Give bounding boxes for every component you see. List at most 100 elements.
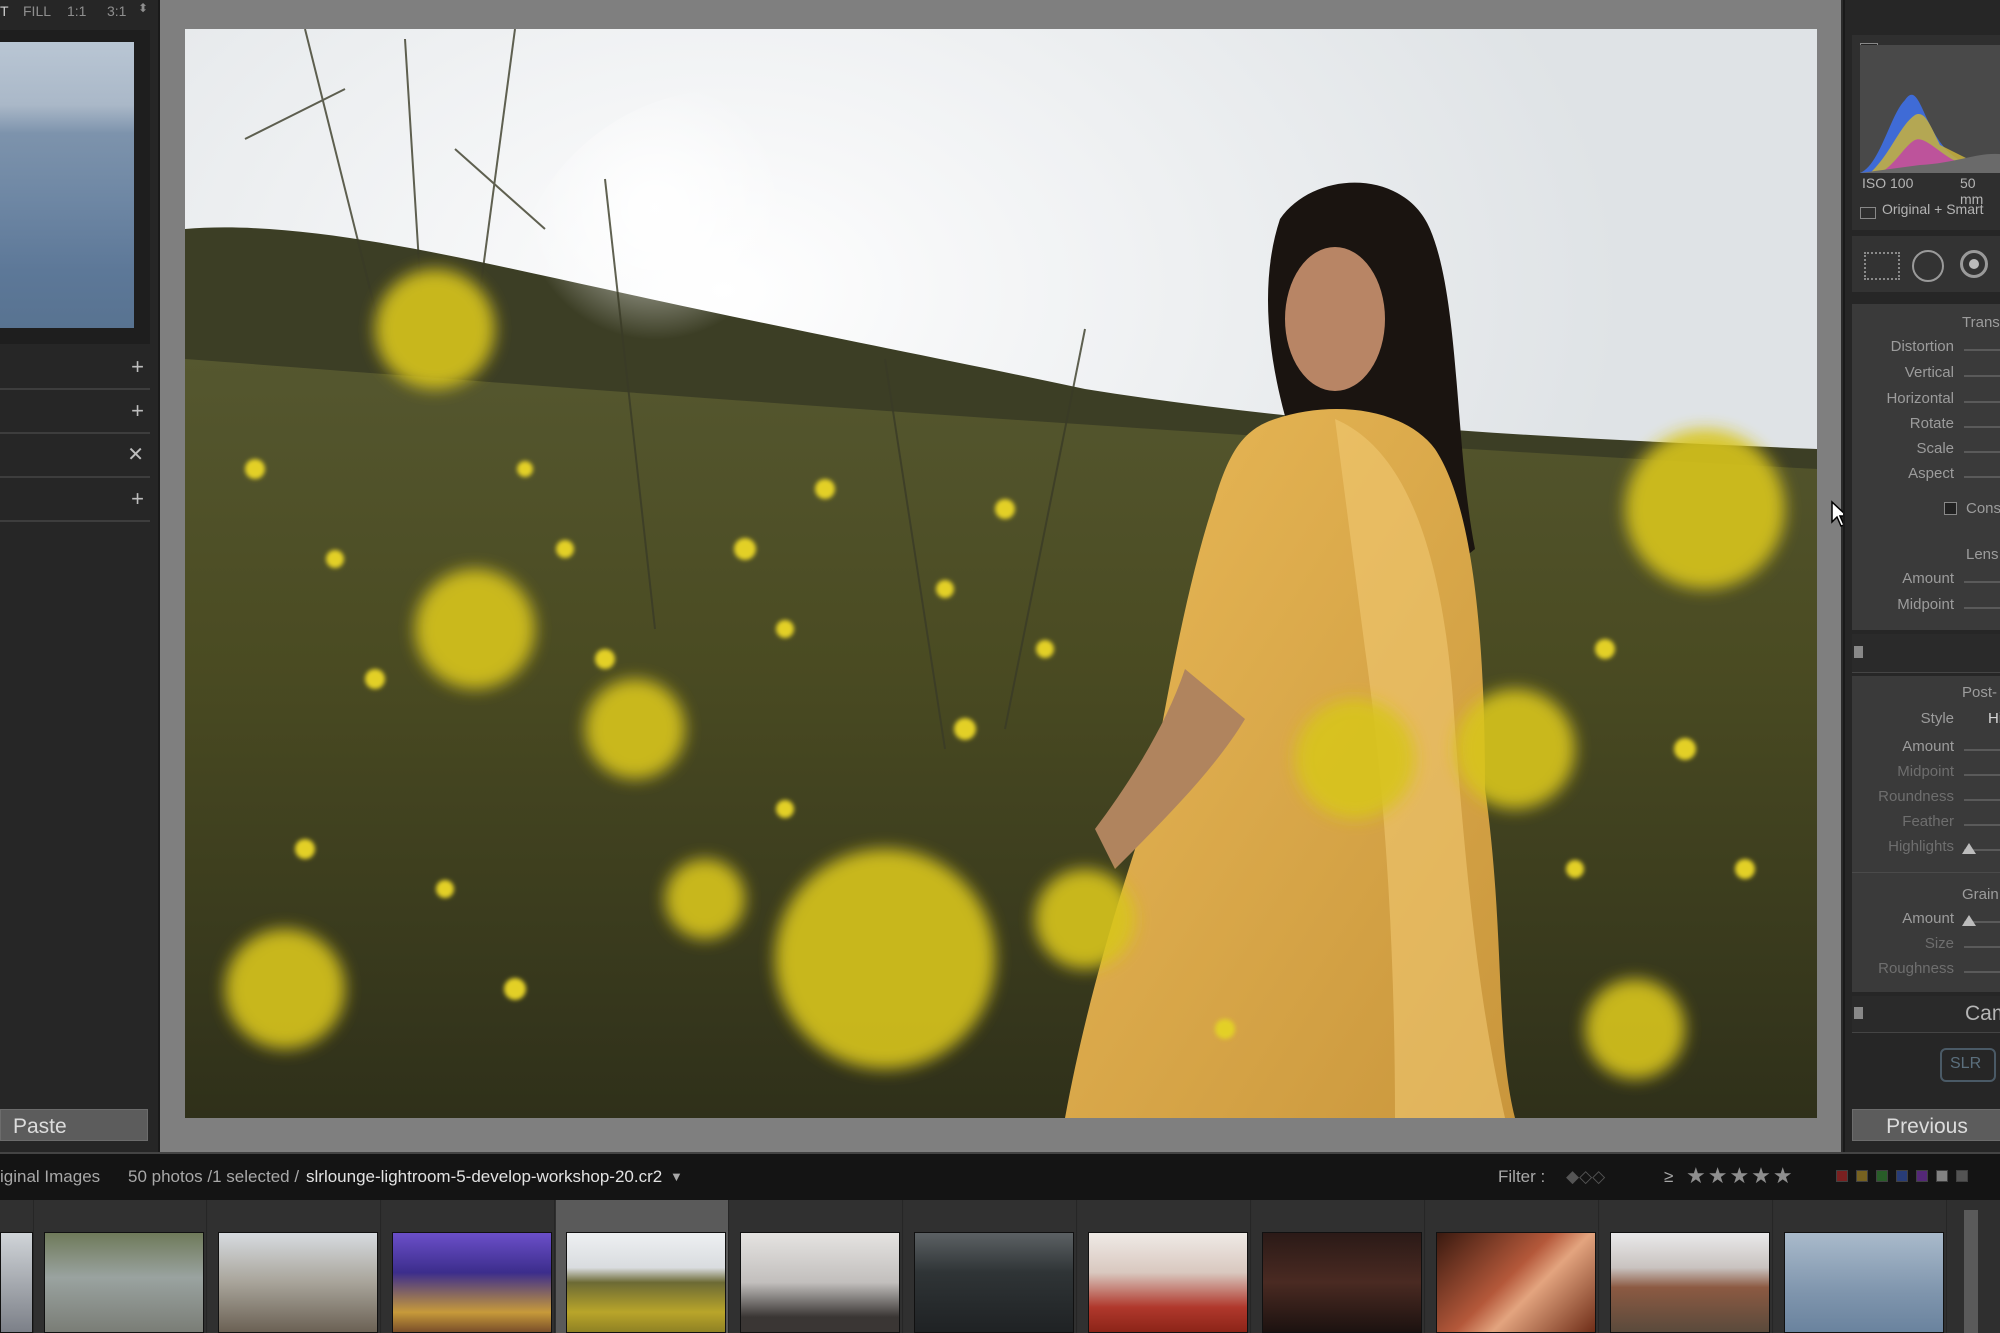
source-label[interactable]: iginal Images bbox=[0, 1167, 100, 1187]
current-filename[interactable]: slrlounge-lightroom-5-develop-workshop-2… bbox=[306, 1167, 662, 1187]
main-photo[interactable] bbox=[185, 29, 1817, 1118]
grain-size-label: Size bbox=[1924, 935, 1954, 952]
photo-canvas bbox=[185, 29, 1817, 1118]
clear-history-icon[interactable]: ✕ bbox=[127, 442, 144, 467]
filmstrip-thumbnail-flower-field-portrait[interactable] bbox=[556, 1200, 729, 1333]
yellow-label-swatch[interactable] bbox=[1856, 1170, 1868, 1182]
aspect-label: Aspect bbox=[1908, 465, 1954, 482]
thumbnail-image bbox=[1784, 1232, 1944, 1333]
left-panel: T FILL 1:1 3:1 ⬍ + + ✕ + Paste bbox=[0, 0, 160, 1152]
iso-readout: ISO 100 bbox=[1862, 175, 1914, 191]
star-rating-filter[interactable]: ★★★★★ bbox=[1686, 1163, 1795, 1189]
filmstrip-thumbnail-indian-bride[interactable] bbox=[1078, 1200, 1251, 1333]
filmstrip-thumbnail-lake-birds[interactable] bbox=[1774, 1200, 1947, 1333]
lens-amount-slider[interactable] bbox=[1964, 581, 2000, 583]
constrain-crop-label: Cons bbox=[1966, 500, 2000, 517]
lens-midpoint-label: Midpoint bbox=[1897, 596, 1954, 613]
vignette-highlights-thumb[interactable] bbox=[1962, 843, 1976, 854]
green-label-swatch[interactable] bbox=[1876, 1170, 1888, 1182]
thumbnail-image bbox=[914, 1232, 1074, 1333]
filmstrip-thumbnail-wooden-posts[interactable] bbox=[208, 1200, 381, 1333]
filmstrip-thumbnail-couple-bicycles[interactable] bbox=[34, 1200, 207, 1333]
vignette-roundness-slider[interactable] bbox=[1964, 799, 2000, 801]
spot-removal-icon[interactable] bbox=[1912, 250, 1944, 282]
flag-filter-icons[interactable]: ◆◇◇ bbox=[1566, 1167, 1605, 1187]
zoom-dropdown-icon[interactable]: ⬍ bbox=[138, 1, 148, 15]
navigator-panel bbox=[0, 30, 150, 344]
filmstrip-thumbnail-partial[interactable] bbox=[0, 1200, 34, 1333]
presets-row[interactable]: + bbox=[0, 348, 150, 390]
filmstrip-scroll-edge[interactable] bbox=[1960, 1200, 2000, 1333]
lens-amount-label: Amount bbox=[1902, 570, 1954, 587]
rotate-slider[interactable] bbox=[1964, 426, 2000, 428]
blue-label-swatch[interactable] bbox=[1896, 1170, 1908, 1182]
histogram-panel: ISO 100 50 mm Original + Smart bbox=[1852, 35, 2000, 230]
crop-tool-icon[interactable] bbox=[1864, 252, 1900, 280]
filmstrip-thumbnail-night-couple[interactable] bbox=[1252, 1200, 1425, 1333]
filmstrip-info-bar: iginal Images 50 photos /1 selected / sl… bbox=[0, 1152, 2000, 1200]
filmstrip-thumbnail-horseshoe-bend[interactable] bbox=[1600, 1200, 1773, 1333]
zoom-option-fit[interactable]: T bbox=[0, 3, 9, 19]
thumbnail-image bbox=[740, 1232, 900, 1333]
add-snapshot-icon[interactable]: + bbox=[131, 398, 144, 424]
filmstrip-thumbnail-ballroom[interactable] bbox=[382, 1200, 555, 1333]
grain-roughness-slider[interactable] bbox=[1964, 971, 2000, 973]
slr-lounge-logo: SLR bbox=[1940, 1048, 1996, 1082]
vignette-midpoint-slider[interactable] bbox=[1964, 774, 2000, 776]
filename-dropdown-icon[interactable]: ▼ bbox=[670, 1169, 683, 1184]
thumbnail-image bbox=[44, 1232, 204, 1333]
no-label-swatch[interactable] bbox=[1956, 1170, 1968, 1182]
grain-amount-label: Amount bbox=[1902, 910, 1954, 927]
lens-midpoint-slider[interactable] bbox=[1964, 607, 2000, 609]
thumbnail-image bbox=[1088, 1232, 1248, 1333]
aspect-slider[interactable] bbox=[1964, 476, 2000, 478]
red-eye-icon[interactable] bbox=[1960, 250, 1988, 278]
vignette-roundness-label: Roundness bbox=[1878, 788, 1954, 805]
zoom-option-3-1[interactable]: 3:1 bbox=[107, 3, 126, 19]
effects-header[interactable] bbox=[1852, 634, 2000, 673]
vignette-feather-slider[interactable] bbox=[1964, 824, 2000, 826]
red-label-swatch[interactable] bbox=[1836, 1170, 1848, 1182]
photo-count: 50 photos /1 selected / bbox=[128, 1167, 300, 1186]
add-collection-icon[interactable]: + bbox=[131, 486, 144, 512]
histogram-chart bbox=[1860, 94, 2000, 173]
grain-size-slider[interactable] bbox=[1964, 946, 2000, 948]
scale-slider[interactable] bbox=[1964, 451, 2000, 453]
custom-label-swatch[interactable] bbox=[1936, 1170, 1948, 1182]
panel-toggle-icon[interactable] bbox=[1854, 646, 1863, 658]
constrain-crop-checkbox[interactable] bbox=[1944, 502, 1957, 515]
filmstrip-thumbnail-antelope-canyon[interactable] bbox=[1426, 1200, 1599, 1333]
history-row[interactable]: ✕ bbox=[0, 436, 150, 478]
vignette-amount-slider[interactable] bbox=[1964, 749, 2000, 751]
vignette-style-dropdown[interactable]: Hi bbox=[1988, 710, 2000, 727]
vignette-style-label: Style bbox=[1920, 710, 1954, 727]
horizontal-slider[interactable] bbox=[1964, 401, 2000, 403]
lens-corrections-panel: Trans Distortion Vertical Horizontal Rot… bbox=[1852, 304, 2000, 630]
panel-toggle-icon[interactable] bbox=[1854, 1007, 1863, 1019]
add-preset-icon[interactable]: + bbox=[131, 354, 144, 380]
filmstrip-scrollbar[interactable] bbox=[1964, 1210, 1978, 1333]
filmstrip-thumbnail-bride-mirror[interactable] bbox=[730, 1200, 903, 1333]
zoom-option-fill[interactable]: FILL bbox=[23, 3, 51, 19]
lens-vignetting-label: Lens bbox=[1966, 546, 1999, 563]
paste-button[interactable]: Paste bbox=[0, 1109, 148, 1141]
rating-operator[interactable]: ≥ bbox=[1664, 1167, 1673, 1187]
previous-button[interactable]: Previous bbox=[1852, 1109, 2000, 1141]
collections-row[interactable]: + bbox=[0, 480, 150, 522]
camera-calibration-header[interactable]: Cam bbox=[1852, 996, 2000, 1033]
thumbnail-image bbox=[0, 1232, 33, 1333]
purple-label-swatch[interactable] bbox=[1916, 1170, 1928, 1182]
filmstrip-thumbnail-groomsmen[interactable] bbox=[904, 1200, 1077, 1333]
thumbnail-image bbox=[1610, 1232, 1770, 1333]
snapshots-row[interactable]: + bbox=[0, 392, 150, 434]
horizontal-label: Horizontal bbox=[1886, 390, 1954, 407]
distortion-slider[interactable] bbox=[1964, 349, 2000, 351]
preview-mode-icon[interactable] bbox=[1860, 207, 1876, 219]
grain-amount-thumb[interactable] bbox=[1962, 915, 1976, 926]
thumbnail-image bbox=[1262, 1232, 1422, 1333]
histogram-graph bbox=[1860, 45, 2000, 173]
navigator-preview[interactable] bbox=[0, 42, 134, 328]
zoom-option-1-1[interactable]: 1:1 bbox=[67, 3, 86, 19]
slr-badge-text: SLR bbox=[1950, 1055, 1982, 1072]
vertical-slider[interactable] bbox=[1964, 375, 2000, 377]
